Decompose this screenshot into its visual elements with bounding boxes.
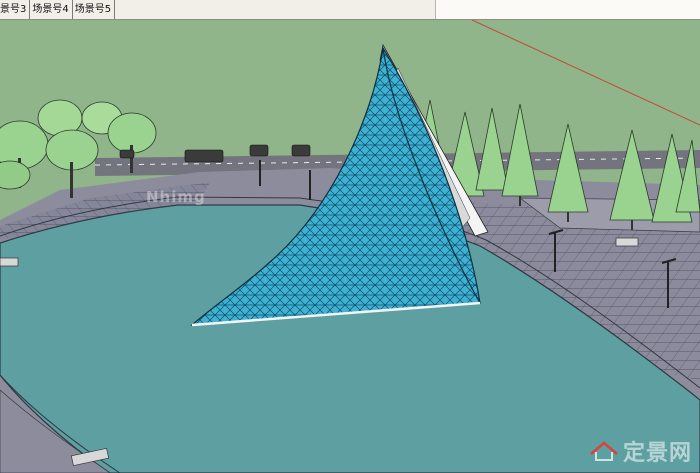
watermark-text: Nhimg [146, 188, 206, 206]
scene-tab-bar: 景号3 场景号4 场景号5 [0, 0, 700, 20]
scene-tab-4[interactable]: 场景号4 [30, 0, 73, 19]
scene-tab-3[interactable]: 景号3 [0, 0, 31, 19]
scene-canvas [0, 20, 700, 473]
house-logo-icon [590, 441, 618, 461]
sketchup-window: 景号3 场景号4 场景号5 Nhimg 定景网 [0, 0, 700, 473]
model-viewport[interactable]: Nhimg 定景网 [0, 20, 700, 473]
scene-tab-5[interactable]: 场景号5 [73, 0, 116, 19]
bench-right [615, 237, 639, 247]
bench-left [0, 257, 19, 267]
watermark-logo: 定景网 [589, 435, 692, 467]
watermark-brand: 定景网 [622, 441, 692, 466]
toolbar-blank-area [435, 0, 700, 19]
